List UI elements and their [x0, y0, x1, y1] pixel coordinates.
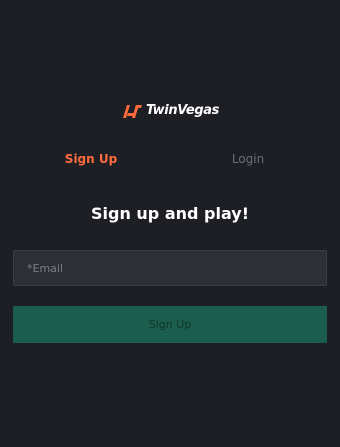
tab-sign-up[interactable]: Sign Up [11, 149, 171, 169]
form-heading: Sign up and play! [90, 204, 249, 223]
brand-logo: TwinVegas [121, 103, 219, 119]
brand-name: TwinVegas [146, 103, 219, 118]
sign-up-button[interactable]: Sign Up [13, 306, 327, 343]
tab-login[interactable]: Login [168, 149, 328, 169]
email-field[interactable] [13, 250, 327, 286]
auth-tabs: Sign Up Login [0, 149, 340, 169]
twinvegas-logo-icon [123, 105, 142, 118]
